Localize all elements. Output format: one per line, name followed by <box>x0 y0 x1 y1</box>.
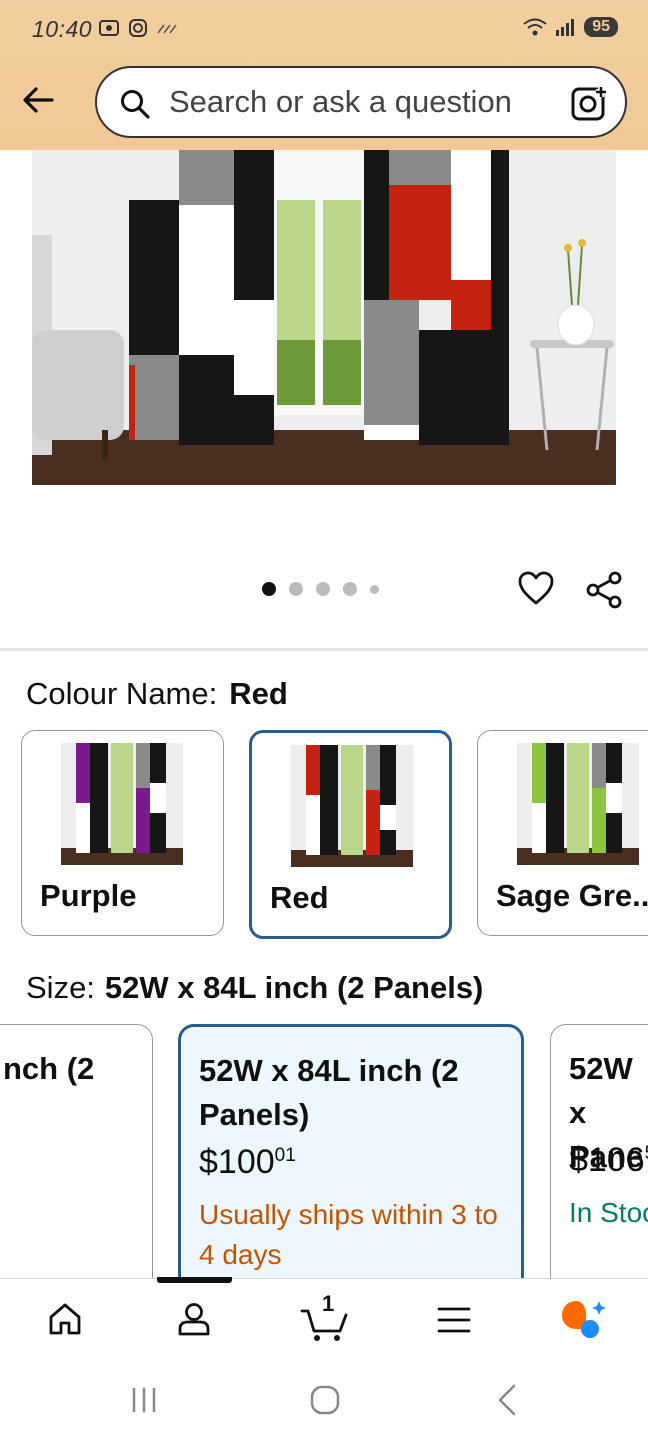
back-button-icon[interactable] <box>495 1384 519 1416</box>
search-icon <box>121 90 150 119</box>
colour-option-label: Sage Gre.. <box>496 878 648 913</box>
status-system-icons: 95 <box>522 17 618 37</box>
menu-icon[interactable] <box>437 1306 471 1334</box>
colour-option-red[interactable]: Red <box>249 730 452 939</box>
size-heading: Size: 52W x 84L inch (2 Panels) <box>26 970 483 1006</box>
size-option-next[interactable]: 52W x Pane $1065 In Stoc <box>550 1024 648 1294</box>
signal-dots-icon <box>157 24 177 34</box>
colour-option-label: Red <box>270 880 329 915</box>
search-bar[interactable]: Search or ask a question <box>95 66 627 138</box>
size-option-previous[interactable]: nch (2 <box>0 1024 153 1294</box>
shipping-note: Usually ships within 3 to 4 days <box>199 1199 498 1270</box>
colour-selected-value: Red <box>229 676 288 711</box>
carousel-dot[interactable] <box>289 582 303 596</box>
share-icon[interactable] <box>584 570 624 610</box>
search-input[interactable]: Search or ask a question <box>169 84 512 120</box>
cart-icon[interactable] <box>300 1307 348 1343</box>
carousel-indicator <box>262 582 379 596</box>
carousel-dot[interactable] <box>370 584 379 594</box>
size-option-price: $1065 <box>569 1141 648 1180</box>
rufus-assistant-icon[interactable] <box>560 1299 608 1341</box>
size-option-52x84[interactable]: 52W x 84L inch (2 Panels) $10001 Usually… <box>178 1024 524 1294</box>
price-cents: 5 <box>645 1143 648 1164</box>
stock-status: In Stoc <box>569 1197 648 1228</box>
carousel-dot[interactable] <box>316 582 330 596</box>
wifi-icon <box>523 18 547 36</box>
product-image[interactable] <box>32 150 616 485</box>
colour-label: Colour Name: <box>26 676 218 711</box>
status-time: 10:40 <box>32 16 93 42</box>
colour-option-sage-green[interactable]: Sage Gre.. <box>477 730 648 936</box>
size-option-title: nch (2 <box>3 1051 95 1086</box>
account-icon[interactable] <box>176 1301 212 1337</box>
curtain-room-illustration <box>32 150 616 485</box>
status-notification-icons <box>98 18 178 38</box>
carousel-dot[interactable] <box>262 582 276 596</box>
camera-lens-icon[interactable] <box>571 85 609 121</box>
colour-heading: Colour Name: Red <box>26 676 288 712</box>
recent-apps-icon[interactable] <box>130 1386 158 1414</box>
cell-signal-icon <box>556 19 575 36</box>
size-option-price: $10001 <box>199 1143 296 1182</box>
battery-indicator: 95 <box>584 17 618 37</box>
system-navigation-bar <box>0 1360 648 1440</box>
size-selected-value: 52W x 84L inch (2 Panels) <box>104 970 484 1005</box>
colour-option-label: Purple <box>40 878 137 913</box>
colour-option-purple[interactable]: Purple <box>21 730 224 936</box>
price-dollars: $100 <box>199 1143 275 1181</box>
home-button-icon[interactable] <box>310 1385 340 1415</box>
colour-thumbnail <box>61 743 183 865</box>
colour-thumbnail <box>291 745 413 867</box>
app-header: 10:40 95 Search or ask a question <box>0 0 648 150</box>
bottom-navigation: 1 <box>0 1277 648 1360</box>
instagram-icon <box>129 19 147 37</box>
colour-thumbnail <box>517 743 639 865</box>
back-arrow-icon[interactable] <box>18 80 58 120</box>
size-option-title: 52W x 84L inch (2 Panels) <box>199 1053 459 1132</box>
price-cents: 01 <box>274 1145 296 1166</box>
section-divider <box>0 648 648 651</box>
home-icon[interactable] <box>47 1301 83 1337</box>
size-label: Size: <box>26 970 95 1005</box>
carousel-dot[interactable] <box>343 582 357 596</box>
screenshot-icon <box>99 20 119 36</box>
price-dollars: $106 <box>569 1141 645 1179</box>
active-tab-indicator <box>157 1277 232 1283</box>
heart-icon[interactable] <box>517 570 555 606</box>
